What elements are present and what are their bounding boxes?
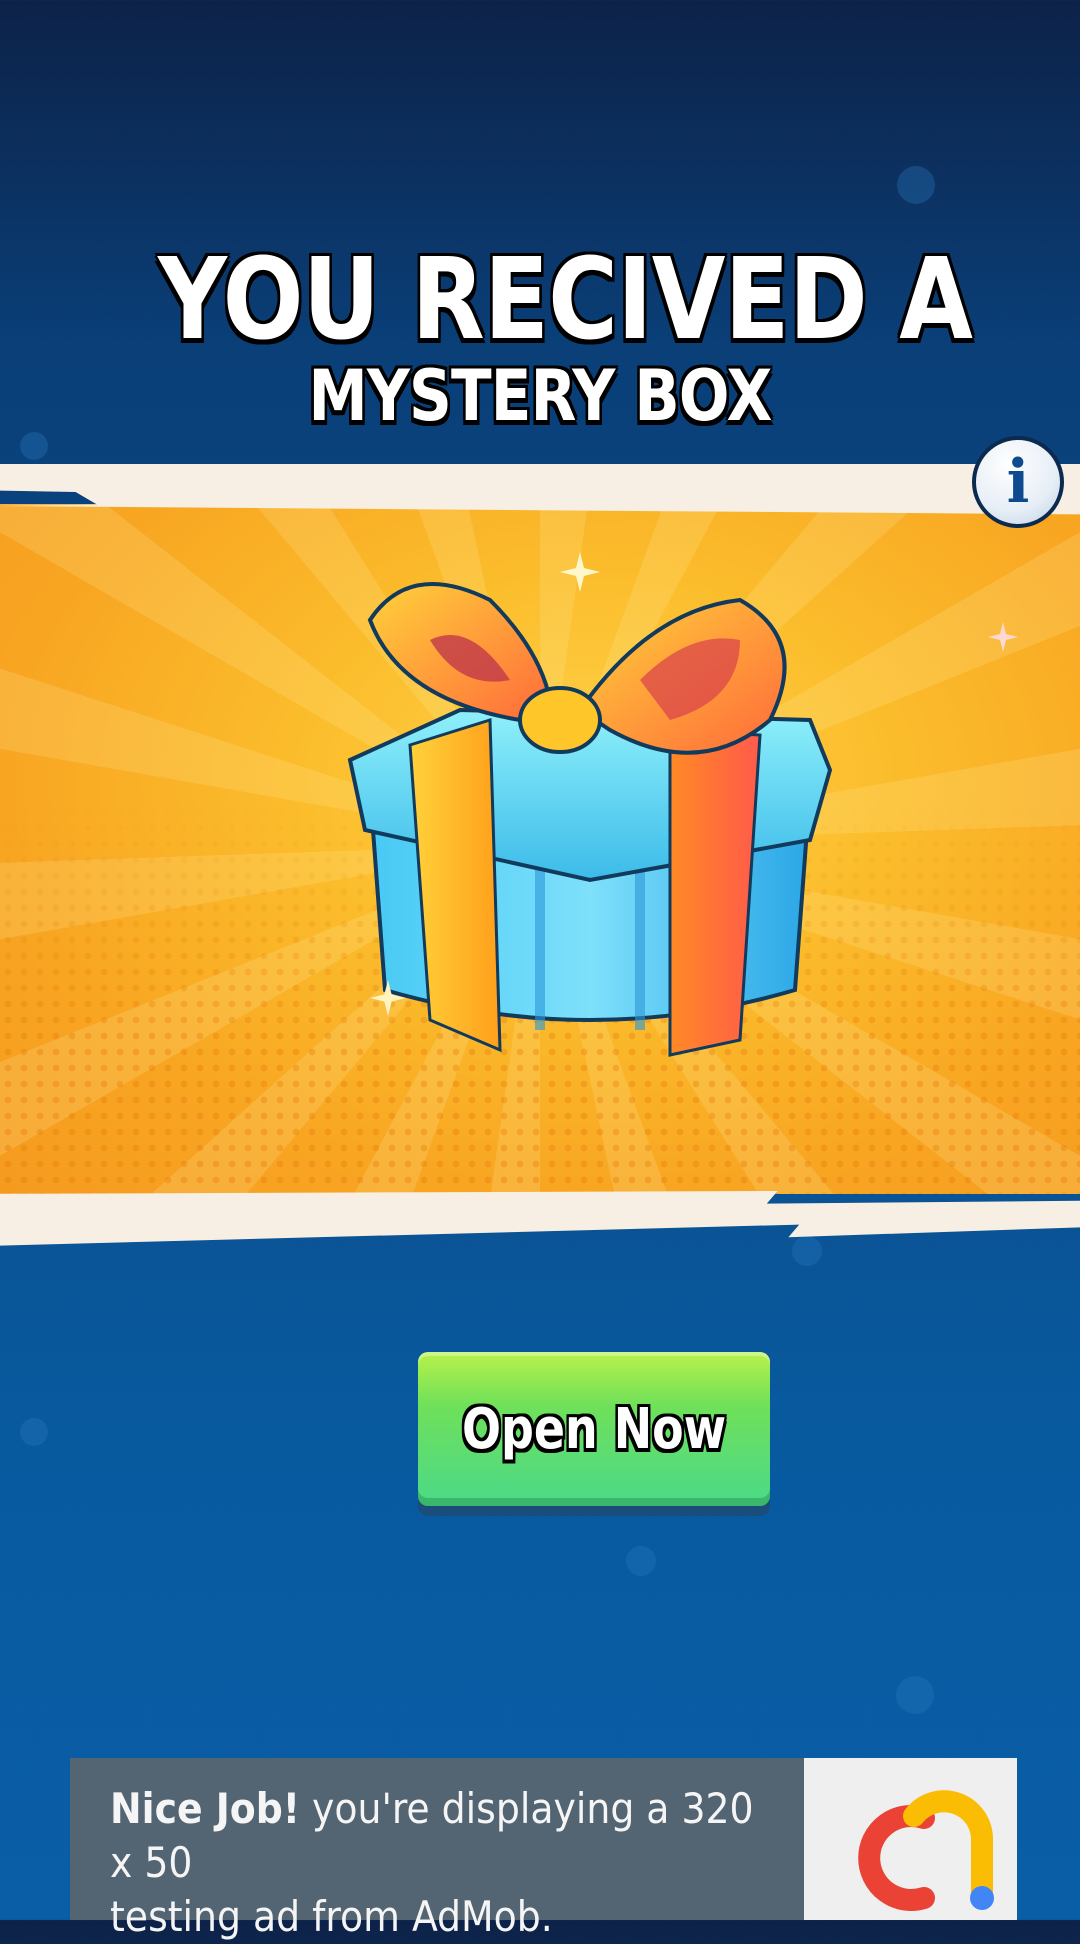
open-now-label: Open Now (461, 1396, 727, 1462)
ad-headline: Nice Job! (110, 1784, 301, 1833)
sparkle-icon (988, 622, 1018, 652)
title-line-2: MYSTERY BOX (308, 355, 772, 437)
gift-box-icon (347, 582, 833, 1057)
title: YOU RECIVED A MYSTERY BOX (0, 240, 1080, 436)
ad-body-line-2: testing ad from AdMob. (110, 1892, 553, 1941)
background-bubble (20, 1418, 48, 1446)
admob-logo-icon (858, 1790, 994, 1911)
sparkle-icon (370, 980, 406, 1016)
background-bubble (897, 166, 935, 204)
sparkle-icon (560, 552, 600, 592)
info-icon: i (1006, 447, 1030, 517)
open-now-button[interactable]: Open Now (418, 1352, 770, 1506)
ad-logo-panel (804, 1758, 1017, 1920)
background-bubble (896, 1676, 934, 1714)
banner-torn-edge-bottom (0, 1191, 1080, 1246)
info-button[interactable]: i (972, 436, 1064, 528)
title-line-1: YOU RECIVED A (157, 235, 973, 365)
ad-banner[interactable]: Nice Job! you're displaying a 320 x 50 t… (70, 1758, 1017, 1941)
background-bubble (626, 1546, 656, 1576)
background-bubble (20, 432, 48, 460)
ad-text: Nice Job! you're displaying a 320 x 50 t… (70, 1758, 804, 1941)
